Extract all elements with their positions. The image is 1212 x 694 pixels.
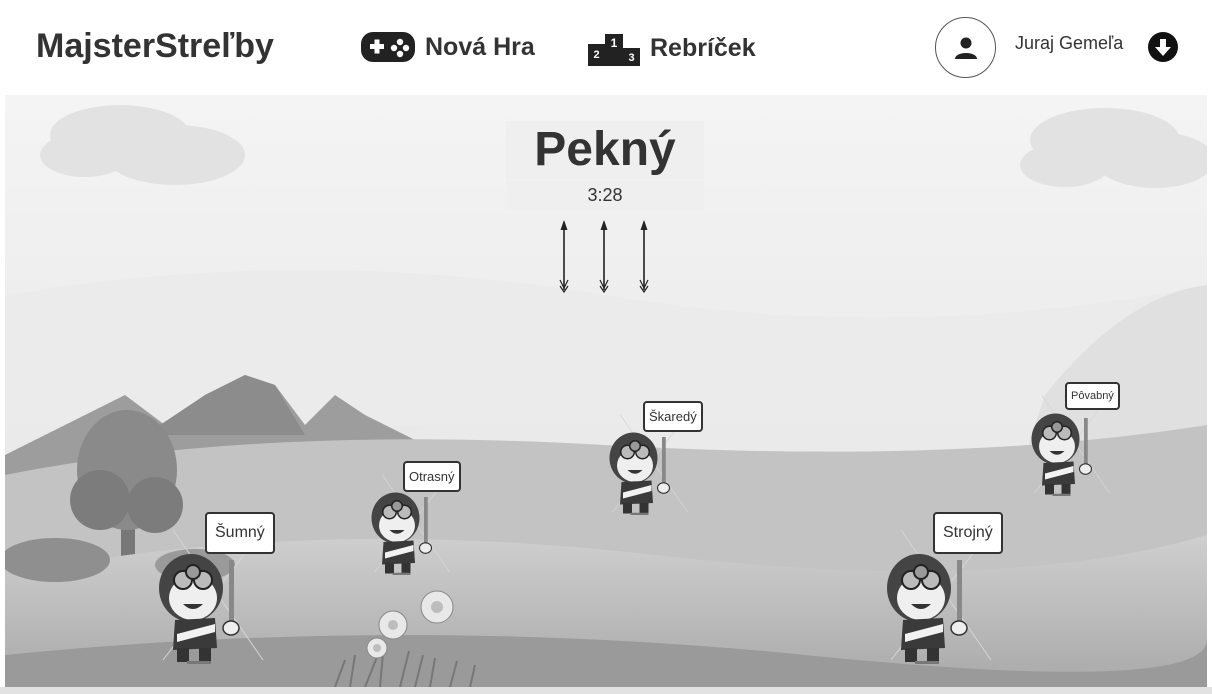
brand-logo[interactable]: MajsterStreľby [36, 27, 274, 66]
target-character[interactable]: Pôvabný [1027, 382, 1120, 497]
prompt-word: Pekný [506, 121, 704, 179]
bottom-strip [0, 687, 1212, 694]
target-label: Strojný [933, 512, 1003, 554]
timer: 3:28 [506, 180, 704, 210]
avatar[interactable] [935, 17, 996, 78]
nav-leaderboard-label: Rebríček [650, 33, 756, 62]
podium-icon: 2 1 3 [588, 34, 640, 66]
nav-new-game[interactable]: Nová Hra [361, 30, 535, 64]
target-label: Pôvabný [1065, 382, 1120, 410]
top-navbar: MajsterStreľby Nová Hra 2 1 3 Rebríček J… [0, 0, 1212, 95]
user-name[interactable]: Juraj Gemeľa [1015, 33, 1123, 54]
target-character[interactable]: Šumný [153, 512, 275, 665]
target-label: Otrasný [403, 461, 461, 492]
target-character[interactable]: Strojný [881, 512, 1003, 665]
arrow-icon [639, 220, 649, 294]
target-character[interactable]: Otrasný [367, 461, 461, 576]
target-label: Škaredý [643, 401, 703, 432]
svg-text:3: 3 [628, 52, 634, 64]
arrow-icon [599, 220, 609, 294]
arrows-remaining [553, 218, 663, 301]
gamepad-icon [361, 32, 415, 62]
nav-new-game-label: Nová Hra [425, 32, 535, 61]
user-icon [954, 37, 977, 59]
nav-leaderboard[interactable]: 2 1 3 Rebríček [588, 30, 756, 66]
arrow-down-circle-icon[interactable] [1148, 32, 1178, 62]
arrow-icon [559, 220, 569, 294]
target-character[interactable]: Škaredý [605, 401, 703, 516]
svg-text:2: 2 [593, 49, 599, 61]
svg-text:1: 1 [611, 36, 618, 50]
target-label: Šumný [205, 512, 275, 554]
